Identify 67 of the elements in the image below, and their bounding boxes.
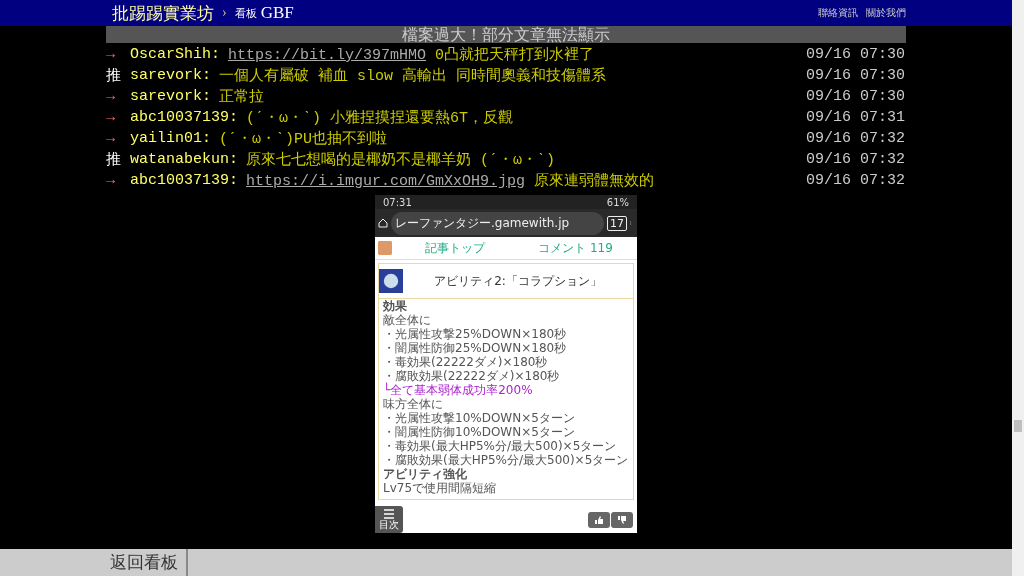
push-link[interactable]: https://bit.ly/397mHMO bbox=[228, 47, 427, 64]
status-time: 07:31 bbox=[383, 196, 412, 208]
skill-line: 味方全体に bbox=[382, 397, 444, 411]
push-user: sarevork: bbox=[130, 67, 211, 84]
skill-line: 敵全体に bbox=[382, 313, 432, 327]
push-tag: → bbox=[106, 172, 130, 189]
skill-line: ・光属性攻撃10%DOWN×5ターン bbox=[382, 411, 576, 425]
header-link[interactable]: 聯絡資訊 bbox=[818, 6, 858, 20]
skill-line: アビリティ強化 bbox=[382, 467, 468, 481]
push-user: OscarShih: bbox=[130, 46, 220, 63]
home-icon bbox=[378, 218, 388, 228]
push-link[interactable]: https://i.imgur.com/GmXxOH9.jpg bbox=[246, 173, 526, 190]
push-time: 09/16 07:32 bbox=[805, 151, 906, 168]
push-time: 09/16 07:31 bbox=[805, 109, 906, 126]
push-content: (ˊ・ω・ˋ)PU也抽不到啦 bbox=[219, 129, 388, 148]
push-content: 原來七七想喝的是椰奶不是椰羊奶 (ˊ・ω・ˋ) bbox=[246, 150, 556, 169]
push-time: 09/16 07:30 bbox=[805, 46, 906, 63]
push-content: 正常拉 bbox=[219, 87, 264, 106]
board-label: 看板 bbox=[234, 5, 257, 21]
push-user: yailin01: bbox=[130, 130, 211, 147]
skill-line: 効果 bbox=[382, 299, 408, 313]
site-title[interactable]: 批踢踢實業坊 bbox=[112, 1, 214, 25]
breadcrumb-separator: › bbox=[222, 5, 227, 21]
skill-icon bbox=[379, 269, 403, 293]
push-time: 09/16 07:32 bbox=[805, 172, 906, 189]
push-tag: → bbox=[106, 109, 130, 126]
push-time: 09/16 07:32 bbox=[805, 130, 906, 147]
skill-line: └全て基本弱体成功率200% bbox=[382, 383, 534, 397]
skill-line: ・毒効果(最大HP5%分/最大500)×5ターン bbox=[382, 439, 618, 453]
push-time: 09/16 07:30 bbox=[805, 67, 906, 84]
like-button[interactable] bbox=[588, 512, 610, 528]
back-to-board-link[interactable]: 返回看板 bbox=[0, 549, 188, 576]
push-content: 一個人有屬破 補血 slow 高輸出 同時間奧義和技傷體系 bbox=[219, 66, 607, 85]
thumbs-down-icon bbox=[617, 515, 627, 525]
push-content: https://i.imgur.com/GmXxOH9.jpg 原來連弱體無效的 bbox=[246, 171, 655, 190]
push-tag: → bbox=[106, 46, 130, 63]
push-time: 09/16 07:30 bbox=[805, 88, 906, 105]
push-content: (ˊ・ω・ˋ) 小雅捏摸捏還要熱6T，反觀 bbox=[246, 108, 514, 127]
push-user: abc10037139: bbox=[130, 109, 239, 126]
skill-line: Lv75で使用間隔短縮 bbox=[382, 481, 498, 495]
push-tag: → bbox=[106, 130, 130, 147]
url-field[interactable]: レーファンタジー.gamewith.jp bbox=[391, 211, 604, 235]
skill-line: ・毒効果(22222ダメ)×180秒 bbox=[382, 355, 549, 369]
skill-line: ・闇属性防御10%DOWN×5ターン bbox=[382, 425, 576, 439]
battery-level: 61% bbox=[606, 196, 629, 208]
header-link[interactable]: 關於我們 bbox=[866, 6, 906, 20]
skill-line: ・闇属性防御25%DOWN×180秒 bbox=[382, 341, 568, 355]
thumbs-up-icon bbox=[594, 515, 604, 525]
skill-line: ・腐敗効果(最大HP5%分/最大500)×5ターン bbox=[382, 453, 630, 467]
push-tag: 推 bbox=[106, 150, 130, 169]
push-user: watanabekun: bbox=[130, 151, 239, 168]
skill-title: アビリティ2:「コラプション」 bbox=[433, 272, 603, 290]
push-content: https://bit.ly/397mHMO 0凸就把天秤打到水裡了 bbox=[228, 45, 595, 64]
menu-button[interactable]: 目次 bbox=[375, 506, 403, 533]
dislike-button[interactable] bbox=[611, 512, 633, 528]
skill-line: ・腐敗効果(22222ダメ)×180秒 bbox=[382, 369, 561, 383]
app-icon bbox=[378, 241, 392, 255]
board-name[interactable]: GBF bbox=[260, 3, 294, 23]
push-user: sarevork: bbox=[130, 88, 211, 105]
notice-bar: 檔案過大！部分文章無法顯示 bbox=[106, 26, 906, 43]
tab-count[interactable]: 17 bbox=[607, 215, 627, 231]
push-tag: 推 bbox=[106, 66, 130, 85]
menu-icon bbox=[383, 509, 395, 519]
scrollbar[interactable] bbox=[1012, 0, 1024, 576]
push-user: abc10037139: bbox=[130, 172, 239, 189]
skill-line: ・光属性攻撃25%DOWN×180秒 bbox=[382, 327, 568, 341]
push-tag: → bbox=[106, 88, 130, 105]
